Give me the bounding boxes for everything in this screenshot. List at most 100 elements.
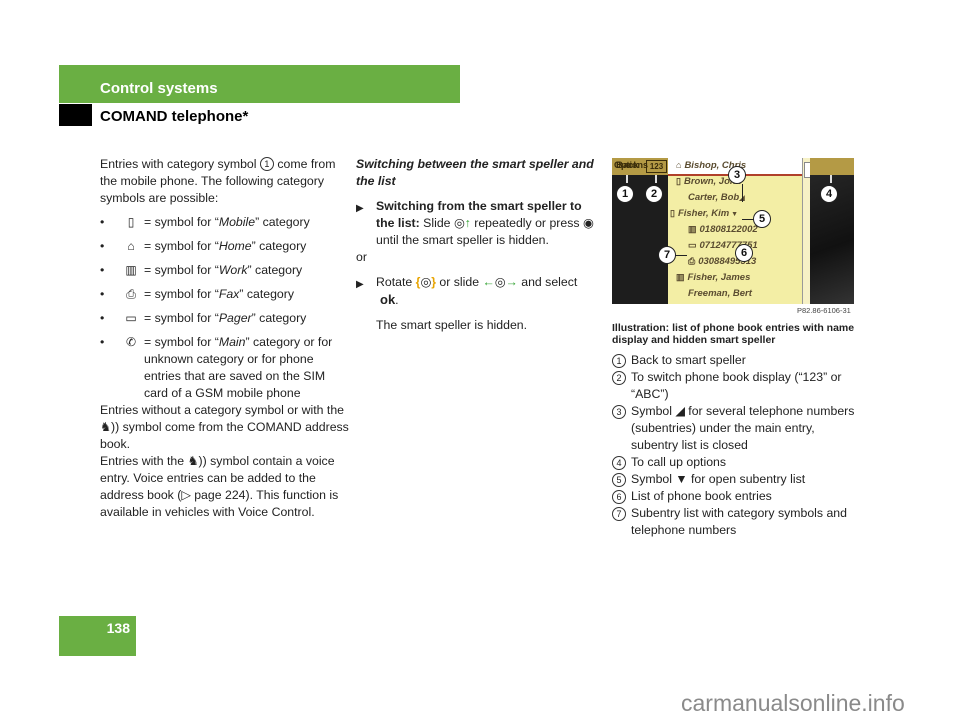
category-item: • ▭ = symbol for “Pager” category	[100, 310, 352, 327]
entry-text: Fisher, James	[687, 272, 751, 283]
category-description: = symbol for “Pager” category	[144, 310, 306, 327]
illustration-reference: P82.86-6106-31	[797, 306, 851, 315]
fax-icon: ⎙	[688, 256, 696, 266]
desc-suffix: ” category	[255, 215, 310, 229]
legend-text: List of phone book entries	[631, 489, 772, 503]
callout-5: 5	[753, 210, 771, 228]
para-text: Entries with the	[100, 454, 185, 468]
pager-icon: ▭	[688, 240, 697, 250]
step-text-a: Slide	[423, 216, 451, 230]
section-title: Control systems	[100, 80, 218, 97]
step-1: ▶ Switching from the smart speller to th…	[356, 198, 598, 249]
page-reference-link[interactable]: ▷ page 224	[181, 488, 245, 502]
mobile-icon: ▯	[676, 176, 681, 186]
controller-press-icon: ◉	[582, 216, 594, 230]
category-description: = symbol for “Main” category or for unkn…	[144, 334, 352, 402]
legend-item: 5 Symbol ▼ for open subentry list	[612, 471, 857, 488]
legend-text: Subentry list with category symbols and …	[631, 506, 847, 537]
options-softkey[interactable]	[810, 158, 854, 175]
options-label: Options	[614, 160, 648, 170]
leader-line	[742, 184, 743, 202]
category-name: Work	[218, 263, 248, 277]
category-description: = symbol for “Mobile” category	[144, 214, 310, 231]
entry-text: Freeman, Bert	[688, 288, 752, 299]
leader-line	[626, 175, 628, 183]
controller-slide-up-icon: ◎↑	[453, 216, 471, 230]
callout-3: 3	[728, 166, 746, 184]
desc-prefix: = symbol for “	[144, 287, 219, 301]
category-item: • ⎙ = symbol for “Fax” category	[100, 286, 352, 303]
arrow-bullet-icon: ▶	[356, 203, 364, 214]
desc-prefix: = symbol for “	[144, 335, 219, 349]
phonebook-entry[interactable]: ▥ Fisher, James	[676, 272, 750, 283]
voice-icon: ♞))	[187, 454, 207, 468]
home-icon: ⌂	[127, 239, 135, 253]
result-text: The smart speller is hidden.	[376, 318, 528, 332]
callout-number: 1	[612, 354, 626, 368]
category-name: Main	[218, 335, 246, 349]
page-number-box: 138	[59, 616, 136, 656]
step-text: Switching from the smart speller to the …	[376, 198, 598, 249]
left-panel	[612, 158, 668, 304]
controller-slide-horizontal-icon: ←◎→	[482, 275, 518, 289]
legend-text: To switch phone book display (“123” or “…	[631, 370, 842, 401]
callout-ref: 1	[259, 157, 274, 171]
entry-text: Fisher, Kim	[677, 208, 730, 219]
callout-6: 6	[735, 244, 753, 262]
legend-item: 7 Subentry list with category symbols and…	[612, 505, 857, 539]
step-text-b: repeatedly or press	[474, 216, 580, 230]
ok-softkey: ok	[380, 292, 396, 307]
desc-suffix: ” category	[251, 311, 307, 325]
header-marker	[59, 104, 92, 126]
intro-paragraph: Entries with category symbol 1 come from…	[100, 156, 352, 207]
phone-handset-icon: ✆	[125, 335, 137, 349]
desc-suffix: ” category	[251, 239, 307, 253]
home-icon: ⌂	[676, 160, 682, 170]
callout-7: 7	[658, 246, 676, 264]
arrow-bullet-icon: ▶	[356, 279, 364, 290]
bullet-dot: •	[100, 239, 105, 253]
category-item: • ✆ = symbol for “Main” category or for …	[100, 334, 352, 402]
step-end: .	[395, 293, 399, 307]
step-text-a: Rotate	[376, 275, 413, 289]
leader-line	[830, 175, 832, 183]
legend-text: To call up options	[631, 455, 727, 469]
callout-number: 6	[612, 490, 626, 504]
step-2: ▶ Rotate {◎} or slide ←◎→ and select ok.	[356, 274, 598, 309]
entry-text: 01808122002	[699, 224, 758, 235]
bullet-dot: •	[100, 311, 105, 325]
desc-suffix: ” category	[239, 287, 295, 301]
callout-2: 2	[645, 185, 663, 203]
callout-number: 7	[612, 507, 626, 521]
open-subentry-icon: ▼	[729, 211, 739, 218]
phonebook-illustration: Back 123 ⌂ Bishop, Chris ▯ Brown, John Carte…	[612, 158, 854, 304]
leader-line	[655, 175, 657, 183]
controller-rotate-icon: {◎}	[415, 275, 436, 289]
legend-item: 1 Back to smart speller	[612, 352, 857, 369]
legend-item: 2 To switch phone book display (“123” or …	[612, 369, 857, 403]
display-toggle-button[interactable]: 123	[646, 160, 667, 173]
illustration-caption: Illustration: list of phone book entries…	[612, 322, 855, 346]
bullet-dot: •	[100, 215, 105, 229]
desc-prefix: = symbol for “	[144, 239, 219, 253]
or-text: or	[356, 250, 367, 264]
page-number: 138	[106, 620, 130, 636]
callout-number: 5	[612, 473, 626, 487]
phonebook-entry[interactable]: Carter, Bob◢	[688, 192, 745, 203]
callout-4: 4	[820, 185, 838, 203]
bullet-dot: •	[100, 263, 105, 277]
step-text-b: or slide	[439, 275, 480, 289]
step-text-c: until the smart speller is hidden.	[376, 233, 549, 247]
category-description: = symbol for “Fax” category	[144, 286, 294, 303]
phonebook-entry[interactable]: Freeman, Bert	[688, 288, 752, 299]
para-text: symbol come from the COMAND address book…	[100, 420, 349, 451]
bullet-dot: •	[100, 287, 105, 301]
legend-item: 4 To call up options	[612, 454, 857, 471]
mobile-icon: ▯	[127, 215, 135, 229]
subsection-title: COMAND telephone*	[100, 108, 249, 125]
column-2: Switching between the smart speller and …	[356, 156, 598, 334]
mobile-icon: ▯	[670, 208, 675, 218]
category-name: Home	[218, 239, 252, 253]
phonebook-entry[interactable]: ▯ Fisher, Kim ▼	[670, 208, 738, 219]
phonebook-entry[interactable]: ▥ 01808122002	[688, 224, 758, 235]
